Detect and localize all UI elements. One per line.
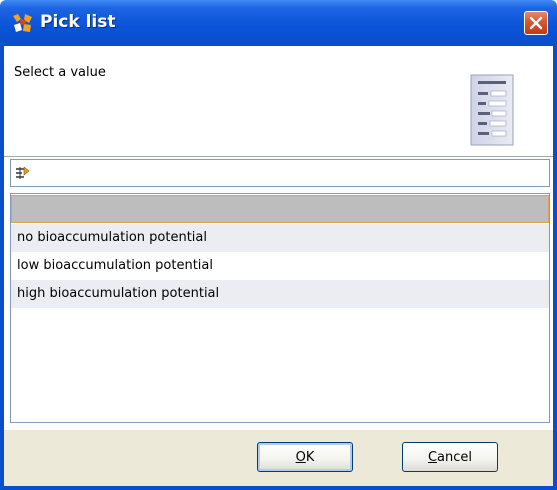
- list-item-high-bioaccumulation[interactable]: high bioaccumulation potential: [11, 280, 549, 308]
- ok-label-rest: K: [305, 449, 315, 465]
- ok-button[interactable]: OK: [257, 442, 353, 472]
- list-item-no-bioaccumulation[interactable]: no bioaccumulation potential: [11, 224, 549, 252]
- document-list-icon: [470, 74, 514, 146]
- close-button[interactable]: [524, 11, 548, 35]
- cancel-mnemonic: C: [427, 449, 438, 465]
- window-frame-right: [553, 46, 557, 490]
- list-item-low-bioaccumulation[interactable]: low bioaccumulation potential: [11, 252, 549, 280]
- pick-list-dialog: Pick list Select a value no bioaccumulat…: [0, 0, 557, 490]
- cancel-button[interactable]: Cancel: [402, 442, 498, 472]
- close-icon: [529, 16, 543, 30]
- ok-mnemonic: O: [295, 449, 306, 465]
- header-separator: [4, 156, 553, 157]
- window-frame-bottom: [0, 486, 557, 490]
- app-logo-icon: [13, 14, 32, 32]
- window-title: Pick list: [40, 12, 116, 32]
- filter-icon[interactable]: [15, 165, 31, 181]
- prompt-label: Select a value: [14, 65, 106, 80]
- filter-bar[interactable]: [10, 159, 550, 187]
- cancel-label-rest: ancel: [437, 449, 473, 465]
- list-item-empty[interactable]: [11, 195, 549, 223]
- value-list[interactable]: no bioaccumulation potential low bioaccu…: [10, 193, 550, 423]
- filter-input[interactable]: [35, 162, 547, 186]
- title-bar[interactable]: Pick list: [0, 0, 557, 46]
